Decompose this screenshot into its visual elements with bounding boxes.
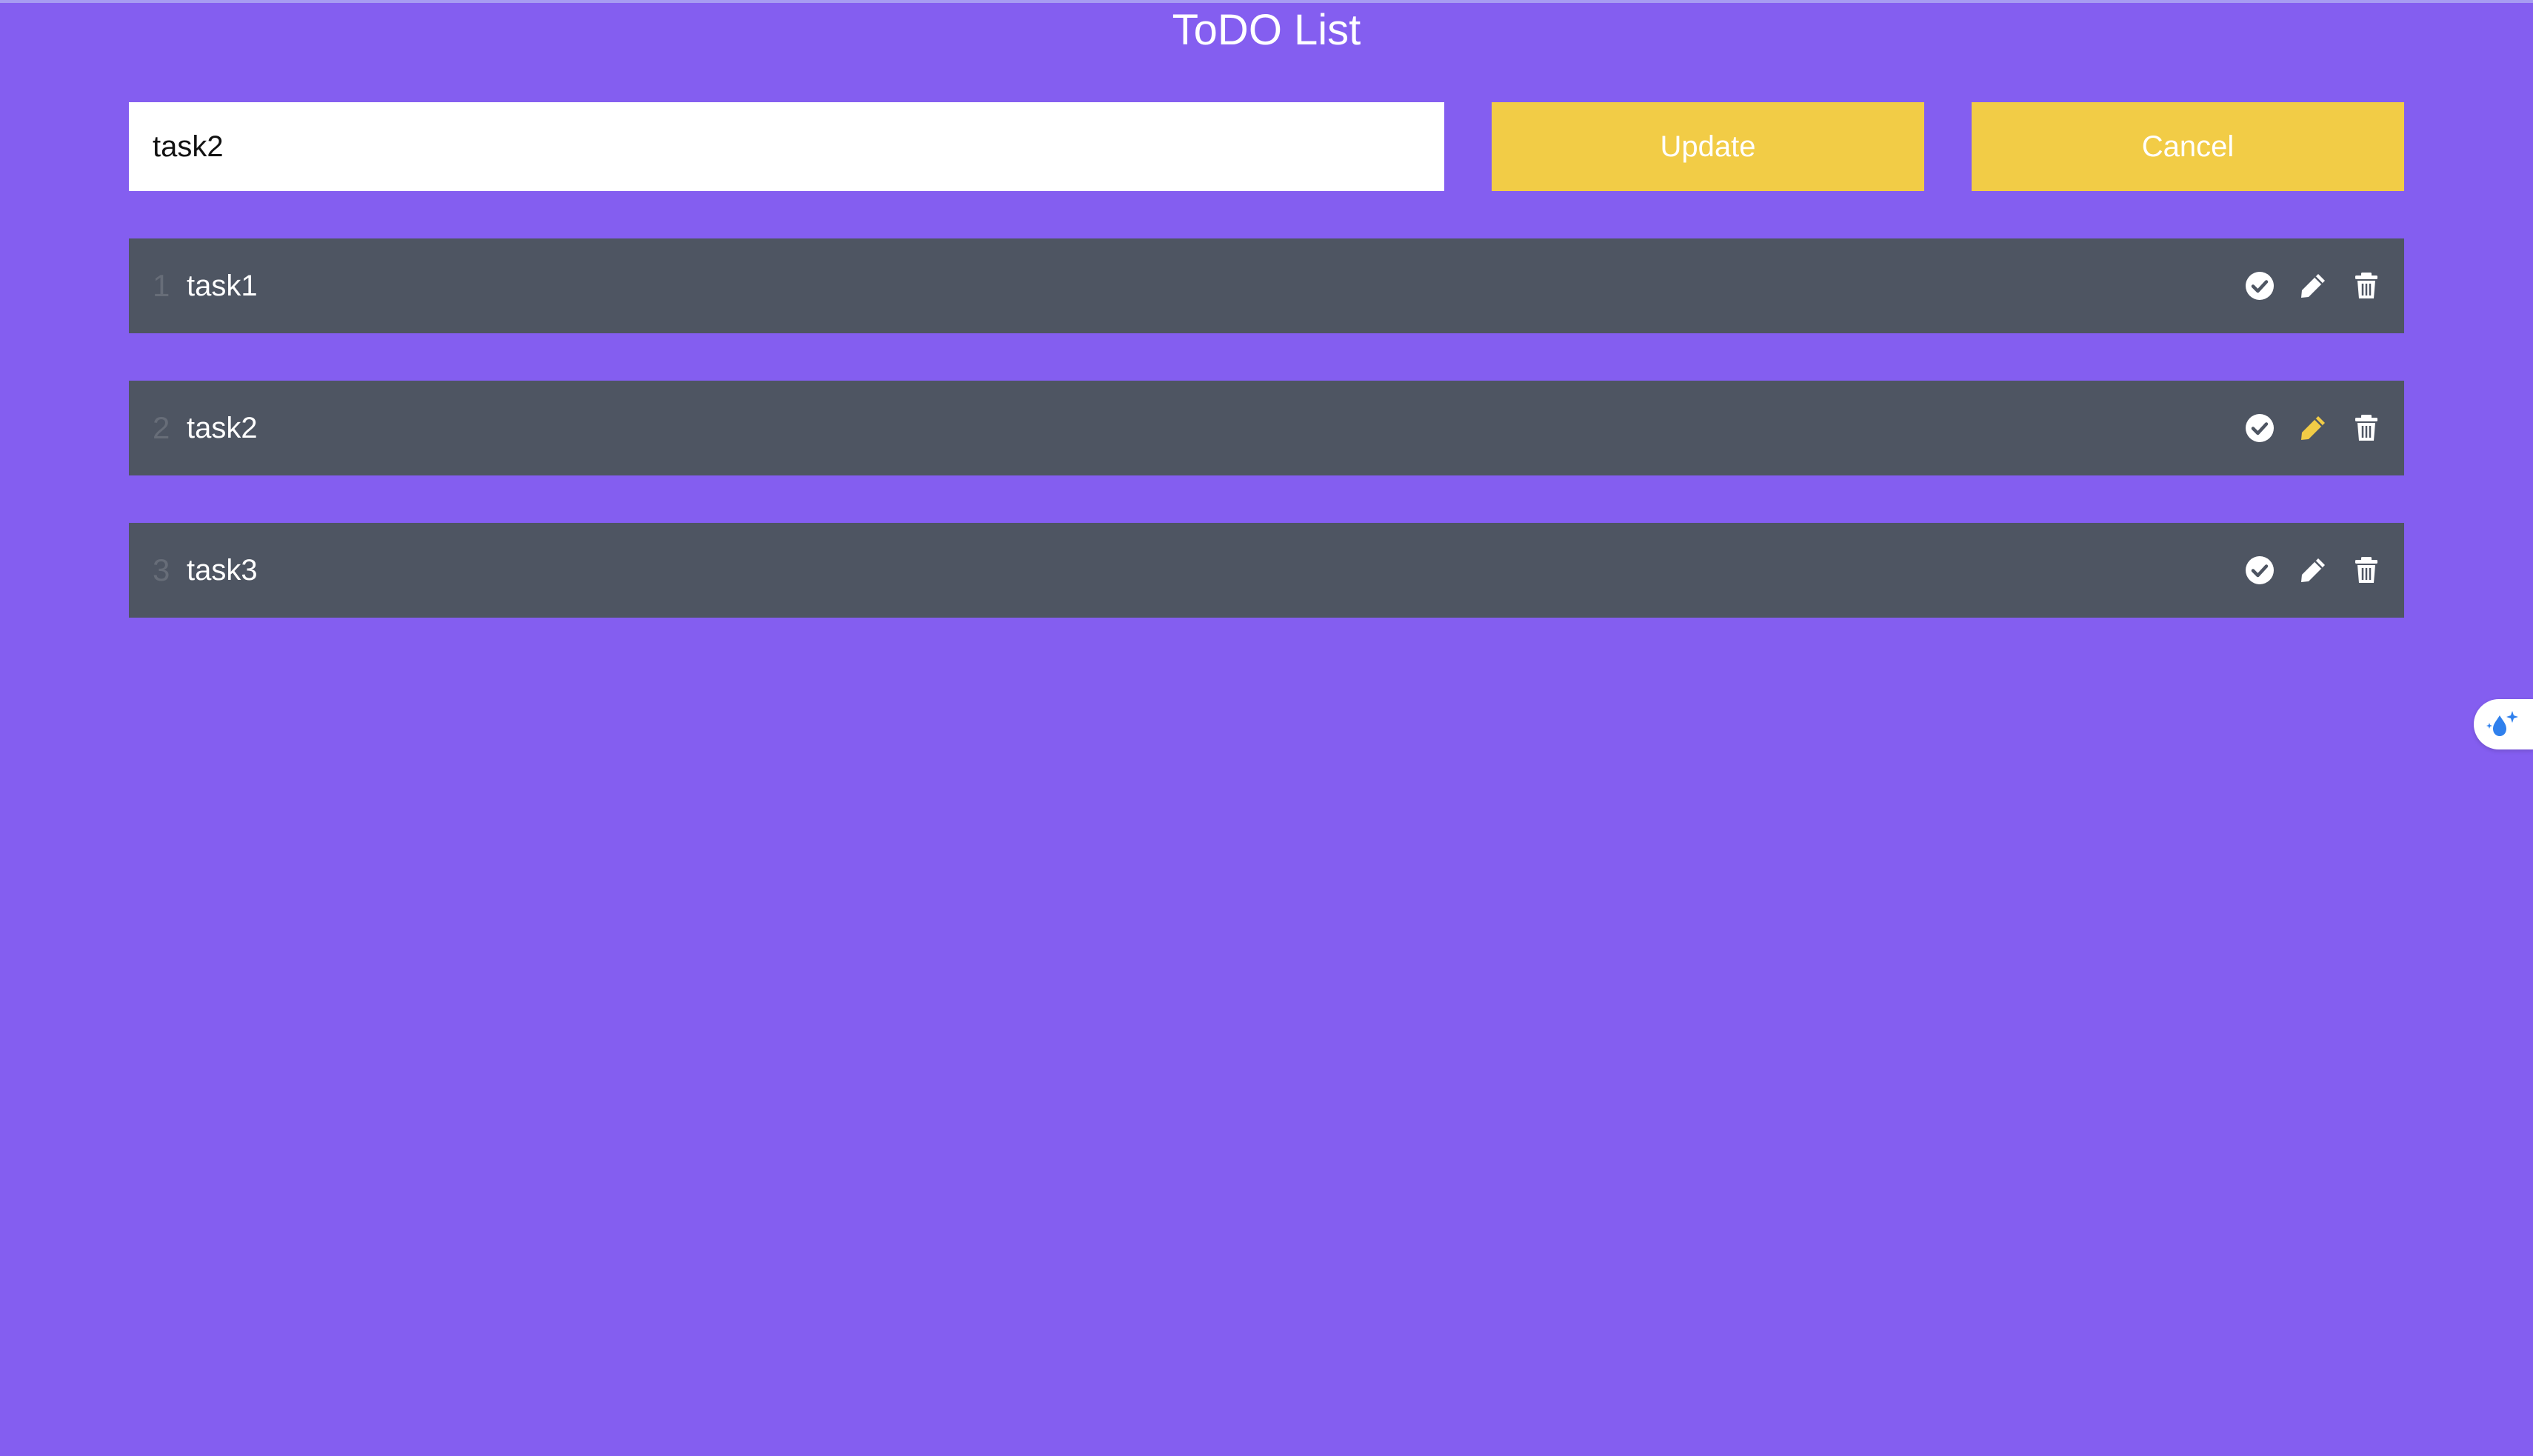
task-editor: Update Cancel	[129, 102, 2404, 191]
check-circle-icon[interactable]	[2244, 270, 2275, 301]
task-text: task2	[187, 412, 258, 444]
pencil-icon[interactable]	[2297, 270, 2329, 301]
todo-app: ToDO List Update Cancel 1 task1	[0, 0, 2533, 1456]
task-text: task1	[187, 270, 258, 302]
update-button[interactable]: Update	[1492, 102, 1924, 191]
sparkle-drop-icon[interactable]	[2474, 699, 2533, 749]
task-row: 1 task1	[129, 238, 2404, 333]
task-row: 3 task3	[129, 523, 2404, 618]
task-text: task3	[187, 554, 258, 587]
task-actions	[2244, 238, 2382, 333]
task-actions	[2244, 523, 2382, 618]
cancel-button[interactable]: Cancel	[1972, 102, 2404, 191]
page-title: ToDO List	[1172, 6, 1361, 54]
check-circle-icon[interactable]	[2244, 413, 2275, 444]
task-number: 2	[153, 410, 170, 445]
trash-icon[interactable]	[2351, 270, 2382, 301]
pencil-icon[interactable]	[2297, 413, 2329, 444]
top-divider	[0, 0, 2533, 3]
task-number: 1	[153, 268, 170, 303]
trash-icon[interactable]	[2351, 413, 2382, 444]
task-row: 2 task2	[129, 381, 2404, 475]
check-circle-icon[interactable]	[2244, 555, 2275, 586]
task-list: 1 task1 2 task2 3 task3	[129, 238, 2404, 665]
pencil-icon[interactable]	[2297, 555, 2329, 586]
task-actions	[2244, 381, 2382, 475]
trash-icon[interactable]	[2351, 555, 2382, 586]
task-input[interactable]	[129, 102, 1444, 191]
task-number: 3	[153, 552, 170, 587]
